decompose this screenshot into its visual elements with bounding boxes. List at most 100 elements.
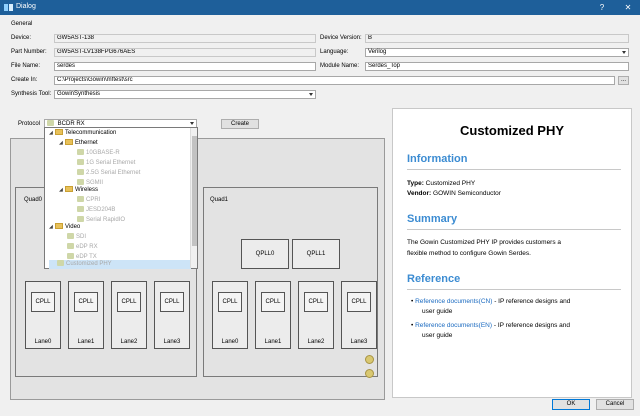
quad0-lane2[interactable]: CPLL Lane2 [111,281,147,349]
cpll-block[interactable]: CPLL [304,292,328,312]
chevron-down-icon [190,122,194,125]
reference-cn-link[interactable]: Reference documents(CN) [415,298,492,305]
dialog-window: Dialog ? ✕ General Device: GW5AST-138 De… [0,0,640,416]
tree-item-label: JESD204B [86,207,116,213]
type-line: Type: Customized PHY [407,179,475,189]
tree-folder-video[interactable]: ◢ Video [49,223,80,232]
part-number-label: Part Number: [11,49,47,55]
cpll-block[interactable]: CPLL [117,292,141,312]
create-in-input[interactable]: C:\Projects\Gowin\mftest\src [54,76,615,85]
protocol-dropdown-list[interactable]: ◢ Telecommunication ◢ Ethernet 10GBASE-R 1… [44,127,198,269]
tree-item-10gbase-r[interactable]: 10GBASE-R [77,149,120,158]
scrollbar-thumb[interactable] [192,136,197,246]
quad0-title: Quad0 [24,197,43,203]
lane-label: Lane0 [221,339,239,345]
quad0-lane0[interactable]: CPLL Lane0 [25,281,61,349]
tree-item-label: Telecommunication [65,130,117,136]
vendor-line: Vendor: GOWIN Semiconductor [407,189,501,199]
tree-item-jesd204b[interactable]: JESD204B [77,206,115,215]
folder-icon [65,139,73,145]
tree-item-label: Video [65,224,81,230]
qpll1-block[interactable]: QPLL1 [292,239,340,269]
part-number-field: GW5AST-LV138FPG676AES [54,48,316,57]
tree-item-edp-rx[interactable]: eDP RX [67,243,98,252]
zoom-in-icon[interactable] [365,355,374,364]
lane-label: Lane3 [163,339,181,345]
device-label: Device: [11,35,32,41]
tree-folder-wireless[interactable]: ◢ Wireless [59,186,98,195]
qpll0-block[interactable]: QPLL0 [241,239,289,269]
create-button[interactable]: Create [221,119,259,129]
cpll-block[interactable]: CPLL [74,292,98,312]
browse-button[interactable]: ... [618,76,629,85]
reference-item-2-cont: user guide [422,332,453,339]
ok-button[interactable]: OK [552,399,590,410]
vendor-value: GOWIN Semiconductor [433,190,501,197]
divider [407,289,621,290]
protocol-icon [77,159,84,165]
quad1-title: Quad1 [210,197,229,203]
app-icon [4,4,13,11]
protocol-icon [77,216,84,222]
dropdown-scrollbar[interactable] [190,128,197,268]
help-button[interactable]: ? [592,0,612,15]
tree-item-customized-phy[interactable]: Customized PHY [49,260,191,269]
tree-item-label: CPRI [86,197,101,203]
cancel-button[interactable]: Cancel [596,399,634,410]
close-button[interactable]: ✕ [618,0,638,15]
type-label: Type: [407,180,424,187]
tree-item-label: Serial RapidIO [86,217,126,223]
language-select-value: Verilog [368,49,387,55]
type-value: Customized PHY [425,180,476,187]
tree-item-label: Ethernet [75,140,98,146]
cpll-block[interactable]: CPLL [218,292,242,312]
protocol-icon [67,253,74,259]
chevron-down-icon [309,93,313,96]
cpll-block[interactable]: CPLL [160,292,184,312]
cpll-block[interactable]: CPLL [347,292,371,312]
protocol-icon [77,149,84,155]
tree-item-serial-rapidio[interactable]: Serial RapidIO [77,216,125,225]
summary-heading: Summary [407,213,458,225]
lane-label: Lane3 [350,339,368,345]
cpll-block[interactable]: CPLL [261,292,285,312]
file-name-label: File Name: [11,63,41,69]
reference-item-2: • Reference documents(EN) - IP reference… [411,322,570,329]
tree-item-label: Customized PHY [66,261,112,267]
vendor-label: Vendor: [407,190,432,197]
title-bar[interactable]: Dialog ? ✕ [0,0,640,15]
info-title: Customized PHY [459,123,564,138]
protocol-icon [47,120,54,126]
zoom-out-icon[interactable] [365,369,374,378]
summary-line-1: The Gowin Customized PHY IP provides cus… [407,239,562,246]
file-name-input[interactable]: serdes [54,62,316,71]
tree-folder-telecommunication[interactable]: ◢ Telecommunication [49,129,116,138]
tree-item-2-5g-serial-ethernet[interactable]: 2.5G Serial Ethernet [77,169,140,178]
quad0-lane3[interactable]: CPLL Lane3 [154,281,190,349]
tree-item-label: 1G Serial Ethernet [86,160,136,166]
tree-item-1g-serial-ethernet[interactable]: 1G Serial Ethernet [77,159,135,168]
synthesis-tool-select[interactable]: GowinSynthesis [54,90,316,99]
quad1-lane0[interactable]: CPLL Lane0 [212,281,248,349]
protocol-icon [77,169,84,175]
lane-label: Lane2 [120,339,138,345]
reference-en-link[interactable]: Reference documents(EN) [415,322,492,329]
tree-item-cpri[interactable]: CPRI [77,196,100,205]
reference-heading: Reference [407,273,461,285]
summary-line-2: flexible method to configure Gowin Serde… [407,250,531,257]
language-select[interactable]: Verilog [365,48,629,57]
reference-desc: - IP reference designs and [492,322,570,329]
quad0-lane1[interactable]: CPLL Lane1 [68,281,104,349]
protocol-icon [67,233,74,239]
module-name-input[interactable]: Serdes_Top [365,62,629,71]
information-heading: Information [407,153,468,165]
tree-folder-ethernet[interactable]: ◢ Ethernet [59,139,98,148]
quad1-box: Quad1 QPLL0 QPLL1 CPLL Lane0 CPLL Lane1 … [203,187,378,377]
quad1-lane1[interactable]: CPLL Lane1 [255,281,291,349]
cpll-block[interactable]: CPLL [31,292,55,312]
quad1-lane2[interactable]: CPLL Lane2 [298,281,334,349]
quad1-lane3[interactable]: CPLL Lane3 [341,281,377,349]
protocol-icon [77,179,84,185]
tree-item-sdi[interactable]: SDI [67,233,86,242]
reference-item-1-cont: user guide [422,308,453,315]
